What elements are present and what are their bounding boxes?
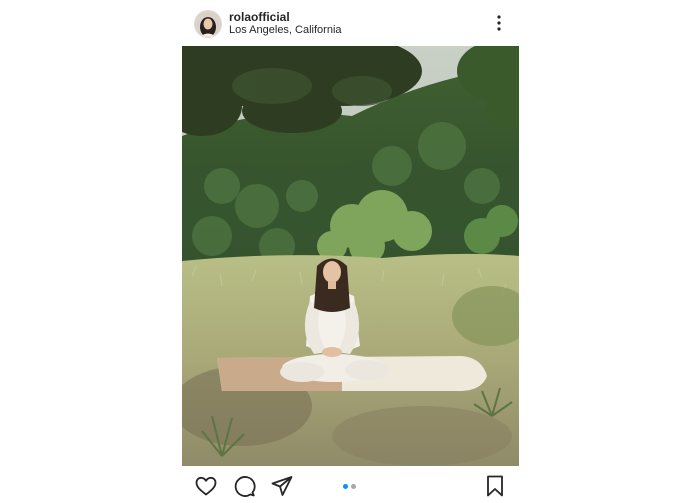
post-header: rolaofficial Los Angeles, California: [182, 0, 519, 46]
share-button[interactable]: [270, 474, 294, 498]
save-button[interactable]: [483, 474, 507, 498]
post-action-bar: [182, 470, 519, 500]
avatar-image: [195, 11, 221, 37]
more-options-button[interactable]: [488, 12, 510, 34]
meditation-scene-image: [182, 46, 519, 466]
carousel-dot: [351, 484, 356, 489]
heart-icon: [195, 476, 217, 496]
more-vertical-icon: [497, 15, 501, 31]
paper-plane-icon: [271, 476, 293, 496]
location[interactable]: Los Angeles, California: [229, 24, 342, 36]
avatar[interactable]: [194, 10, 222, 38]
carousel-dot-active: [343, 484, 348, 489]
post-photo[interactable]: [182, 46, 519, 466]
carousel-indicator: [343, 484, 363, 490]
comment-button[interactable]: [232, 474, 256, 498]
username[interactable]: rolaofficial: [229, 10, 290, 24]
like-button[interactable]: [194, 474, 218, 498]
bookmark-icon: [487, 475, 503, 497]
comment-bubble-icon: [234, 476, 256, 497]
